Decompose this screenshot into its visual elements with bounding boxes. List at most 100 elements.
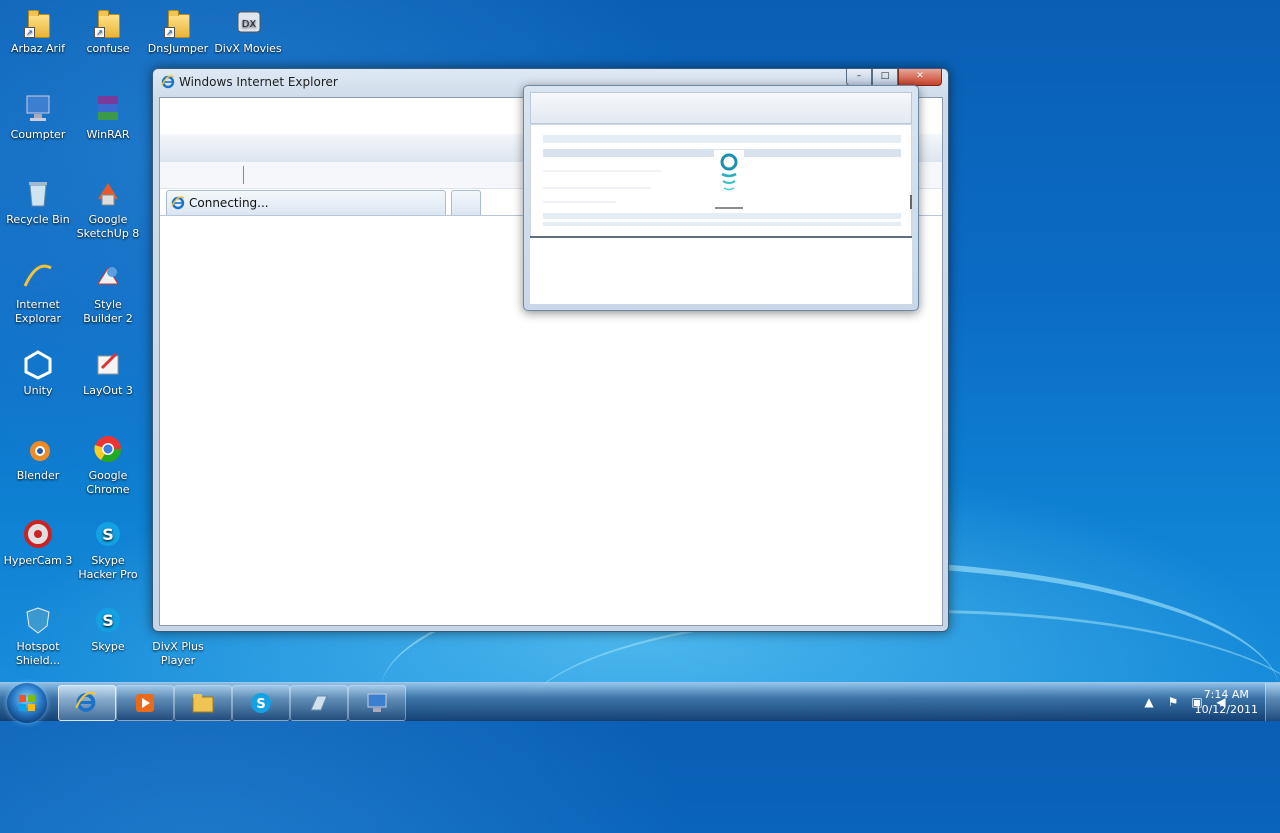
- folder-icon: ↗: [92, 6, 124, 38]
- blender-icon: [22, 433, 54, 465]
- placeholder-line: [543, 135, 901, 143]
- taskbar-button[interactable]: [174, 685, 232, 721]
- internet-explorer-icon: [161, 75, 175, 89]
- desktop-icon-label: DivX Movies: [214, 42, 282, 55]
- internet-explorer-icon: [171, 196, 185, 210]
- windows-logo-icon: [19, 695, 35, 711]
- desktop-icon[interactable]: S Skype: [73, 604, 143, 654]
- recycle-bin-icon: [22, 177, 54, 209]
- desktop-icon-label: Google Chrome: [86, 469, 130, 496]
- placeholder-line: [543, 170, 661, 172]
- maximize-button[interactable]: □: [872, 69, 898, 86]
- svg-text:DX: DX: [242, 19, 257, 30]
- hypercam-icon: [22, 518, 54, 550]
- desktop-icon-label: Skype Hacker Pro: [78, 554, 138, 581]
- tab-connecting[interactable]: Connecting...: [166, 190, 446, 216]
- desktop-icon[interactable]: Blender: [3, 433, 73, 483]
- dialog-header: [530, 92, 912, 124]
- desktop-icon[interactable]: DX DivX Movies: [213, 6, 283, 56]
- dialog-body: [530, 124, 912, 238]
- loading-dialog[interactable]: [523, 85, 919, 311]
- desktop-icon-label: HyperCam 3: [3, 554, 73, 567]
- action-center-icon[interactable]: ⚑: [1166, 695, 1180, 709]
- hotspot-shield-icon: [22, 604, 54, 636]
- desktop-icon[interactable]: Hotspot Shield...: [3, 604, 73, 668]
- desktop-icon-label: Recycle Bin: [6, 213, 70, 226]
- unity-icon: [22, 348, 54, 380]
- desktop-icon-label: Hotspot Shield...: [15, 640, 61, 667]
- clock-time: 7:14 AM: [1203, 688, 1249, 701]
- placeholder-line: [543, 213, 901, 219]
- loading-spinner-icon: [714, 150, 744, 210]
- desktop-icon-label: confuse: [86, 42, 130, 55]
- desktop-icon[interactable]: Style Builder 2: [73, 262, 143, 326]
- layout-icon: [92, 348, 124, 380]
- desktop-icon[interactable]: ↗ DnsJumper: [143, 6, 213, 56]
- desktop-icon-label: Google SketchUp 8: [76, 213, 140, 240]
- placeholder-line: [543, 222, 901, 226]
- desktop-icon-label: Blender: [16, 469, 60, 482]
- dialog-footer: [530, 236, 912, 304]
- explorer-icon: [191, 692, 215, 714]
- desktop-icon[interactable]: Google SketchUp 8: [73, 177, 143, 241]
- desktop-icon-label: DivX Plus Player: [152, 640, 204, 667]
- svg-text:S: S: [256, 697, 265, 712]
- internet-explorer-icon: [74, 690, 97, 712]
- style-builder-icon: [92, 262, 124, 294]
- connection-icon: [365, 692, 389, 714]
- computer-icon: [22, 92, 54, 124]
- taskbar-button[interactable]: [348, 685, 406, 721]
- desktop-icon-label: Arbaz Arif: [10, 42, 66, 55]
- desktop-icon[interactable]: HyperCam 3: [3, 518, 73, 568]
- tab-label: Connecting...: [189, 196, 269, 210]
- desktop-icon-label: LayOut 3: [83, 384, 133, 397]
- desktop-icon[interactable]: LayOut 3: [73, 348, 143, 398]
- close-button[interactable]: ✕: [898, 69, 942, 86]
- show-hidden-icon[interactable]: ▲: [1142, 695, 1156, 709]
- desktop-icon[interactable]: S Skype Hacker Pro: [73, 518, 143, 582]
- minimize-button[interactable]: –: [846, 69, 872, 86]
- placeholder-line: [543, 201, 616, 203]
- desktop-icon[interactable]: Google Chrome: [73, 433, 143, 497]
- scrollbar-mark: [910, 195, 912, 209]
- taskbar-button[interactable]: S: [232, 685, 290, 721]
- taskbar: S ▲ ⚑ ▣ ◀ 7:14 AM 10/12/2011: [0, 682, 1280, 723]
- skype-icon: S: [249, 692, 273, 714]
- desktop-icon[interactable]: Internet Explorar: [3, 262, 73, 326]
- sketchup-icon: [92, 177, 124, 209]
- taskbar-button[interactable]: [290, 685, 348, 721]
- taskbar-button[interactable]: [116, 685, 174, 721]
- desktop-icon[interactable]: Coumpter: [3, 92, 73, 142]
- desktop-icon[interactable]: ↗ confuse: [73, 6, 143, 56]
- svg-text:S: S: [102, 611, 114, 630]
- folder-icon: ↗: [22, 6, 54, 38]
- text-cursor: [243, 166, 244, 184]
- desktop-icon-label: DnsJumper: [147, 42, 209, 55]
- desktop-icon[interactable]: Recycle Bin: [3, 177, 73, 227]
- desktop-icon[interactable]: ↗ Arbaz Arif: [3, 6, 73, 56]
- app-icon: [307, 692, 331, 714]
- divx-icon: DX: [232, 6, 264, 38]
- taskbar-button[interactable]: [58, 685, 116, 721]
- placeholder-line: [543, 187, 651, 189]
- winrar-icon: [92, 92, 124, 124]
- desktop-icon-label: Style Builder 2: [83, 298, 133, 325]
- show-desktop-button[interactable]: [1265, 683, 1280, 721]
- window-title: Windows Internet Explorer: [179, 75, 338, 89]
- new-tab-button[interactable]: [451, 190, 481, 216]
- desktop-icon-label: WinRAR: [86, 128, 130, 141]
- desktop-icon-label: Unity: [23, 384, 53, 397]
- skype-icon: S: [92, 604, 124, 636]
- clock-date: 10/12/2011: [1194, 703, 1258, 716]
- skype-icon: S: [92, 518, 124, 550]
- desktop-icon[interactable]: WinRAR: [73, 92, 143, 142]
- folder-icon: ↗: [162, 6, 194, 38]
- wallpaper-swoosh: [520, 610, 1280, 833]
- desktop-icon-label: Skype: [91, 640, 125, 653]
- start-button[interactable]: [7, 683, 47, 723]
- chrome-icon: [92, 433, 124, 465]
- desktop-icon-label: Coumpter: [10, 128, 66, 141]
- desktop-icon[interactable]: Unity: [3, 348, 73, 398]
- desktop-icon-label: Internet Explorar: [14, 298, 61, 325]
- clock[interactable]: 7:14 AM 10/12/2011: [1195, 687, 1258, 717]
